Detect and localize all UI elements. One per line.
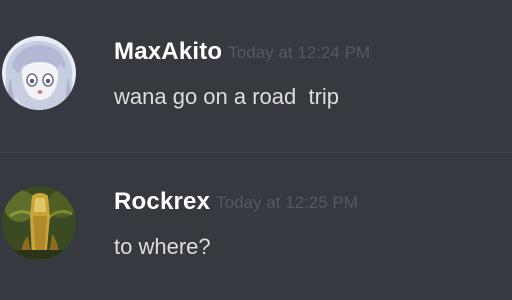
message-text: to where? xyxy=(114,234,211,259)
message-text: wana go on a road trip xyxy=(114,84,340,109)
chat-message-list: MaxAkito Today at 12:24 PM wana go on a r… xyxy=(0,0,512,300)
message-header: Rockrex Today at 12:25 PM xyxy=(114,190,358,214)
avatar[interactable] xyxy=(2,186,76,260)
avatar[interactable] xyxy=(2,36,76,110)
forest-character-avatar-icon xyxy=(2,186,76,260)
username[interactable]: Rockrex xyxy=(114,188,210,215)
message-divider xyxy=(0,152,512,153)
message-header: MaxAkito Today at 12:24 PM xyxy=(114,40,370,64)
timestamp: Today at 12:25 PM xyxy=(216,193,358,212)
username[interactable]: MaxAkito xyxy=(114,38,222,65)
anime-character-avatar-icon xyxy=(2,36,76,110)
timestamp: Today at 12:24 PM xyxy=(228,43,371,62)
